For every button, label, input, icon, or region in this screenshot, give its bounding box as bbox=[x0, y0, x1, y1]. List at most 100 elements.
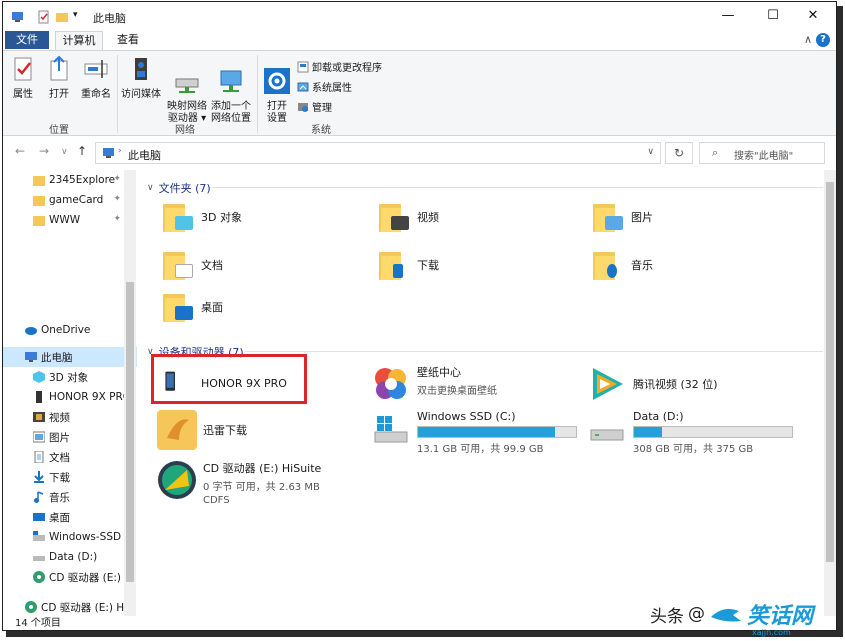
access-media-button[interactable]: 访问媒体 bbox=[121, 55, 161, 101]
folder-item[interactable]: 视频 bbox=[379, 202, 439, 232]
documents-icon bbox=[34, 451, 44, 463]
tab-computer[interactable]: 计算机 bbox=[55, 31, 103, 50]
folder-label: 桌面 bbox=[201, 301, 223, 314]
add-network-location-button[interactable]: 添加一个 网络位置 bbox=[209, 55, 253, 125]
refresh-button[interactable]: ↻ bbox=[665, 142, 693, 164]
folder-icon bbox=[33, 216, 45, 226]
nav-item-this-pc[interactable]: 此电脑 bbox=[3, 347, 137, 367]
nav-item-label: HONOR 9X PRO bbox=[49, 391, 132, 403]
properties-button[interactable]: 属性 bbox=[9, 55, 37, 101]
manage-button[interactable]: 管理 bbox=[297, 99, 332, 114]
collapse-chevron-icon[interactable]: ∨ bbox=[147, 183, 154, 193]
help-icon[interactable]: ? bbox=[816, 33, 830, 47]
folders-group-header[interactable]: ∨ 文件夹 (7) bbox=[147, 180, 211, 196]
device-hisuite-cd[interactable]: CD 驱动器 (E:) HiSuite 0 字节 可用，共 2.63 MB CD… bbox=[157, 460, 321, 506]
nav-item-cd-drive[interactable]: CD 驱动器 (E:) H bbox=[3, 567, 137, 587]
nav-item-3d-objects[interactable]: 3D 对象 bbox=[3, 367, 137, 387]
item-count: 14 个项目 bbox=[15, 618, 61, 629]
nav-item-pictures[interactable]: 图片 bbox=[3, 427, 137, 447]
folder-item[interactable]: 3D 对象 bbox=[163, 202, 242, 232]
window-title: 此电脑 bbox=[93, 12, 126, 25]
watermark: 头条 @ 笑话网 bbox=[650, 598, 813, 630]
scrollbar-thumb[interactable] bbox=[826, 182, 834, 562]
nav-item-label: 下载 bbox=[49, 471, 70, 484]
nav-item-gamecard[interactable]: gameCard ✦ bbox=[3, 190, 137, 210]
pin-icon[interactable]: ✦ bbox=[113, 194, 121, 204]
nav-item-2345explore[interactable]: 2345Explore ✦ bbox=[3, 170, 137, 190]
nav-item-data-d[interactable]: Data (D:) bbox=[3, 547, 137, 567]
back-arrow-icon[interactable]: ← bbox=[15, 144, 25, 158]
content-scrollbar[interactable] bbox=[824, 170, 836, 616]
pin-icon[interactable]: ✦ bbox=[113, 174, 121, 184]
ribbon-separator bbox=[117, 55, 118, 133]
address-bar[interactable]: › 此电脑 ∨ bbox=[95, 142, 661, 164]
nav-item-onedrive[interactable]: OneDrive bbox=[3, 320, 137, 340]
folder-icon[interactable] bbox=[55, 10, 69, 24]
recent-locations-chevron-icon[interactable]: ∨ bbox=[61, 147, 68, 157]
group-divider bbox=[213, 187, 823, 188]
xunlei-icon bbox=[157, 410, 197, 450]
open-button[interactable]: 打开 bbox=[45, 55, 73, 101]
watermark-url: xajjn.com bbox=[752, 628, 791, 637]
close-button[interactable]: ✕ bbox=[798, 6, 828, 26]
map-network-drive-button[interactable]: 映射网络 驱动器 ▾ bbox=[165, 55, 209, 125]
pin-icon[interactable]: ✦ bbox=[113, 214, 121, 224]
hisuite-cd-icon bbox=[158, 461, 196, 499]
nav-item-www[interactable]: WWW ✦ bbox=[3, 210, 137, 230]
nav-item-music[interactable]: 音乐 bbox=[3, 487, 137, 507]
up-arrow-icon[interactable]: ↑ bbox=[77, 144, 87, 158]
folder-item[interactable]: 图片 bbox=[593, 202, 653, 232]
device-wallpaper-center[interactable]: 壁纸中心 双击更换桌面壁纸 bbox=[371, 364, 497, 404]
minimize-button[interactable]: — bbox=[713, 6, 743, 26]
system-group-label: 系统 bbox=[311, 125, 331, 136]
documents-icon bbox=[163, 250, 195, 280]
cd-icon bbox=[33, 571, 45, 583]
scrollbar-thumb[interactable] bbox=[126, 282, 134, 582]
open-settings-button[interactable]: 打开 设置 bbox=[261, 55, 293, 125]
folder-item[interactable]: 桌面 bbox=[163, 292, 223, 322]
properties-icon[interactable] bbox=[37, 10, 51, 24]
device-windows-ssd[interactable]: Windows SSD (C:) 13.1 GB 可用，共 99.9 GB bbox=[371, 410, 577, 455]
folder-icon bbox=[33, 196, 45, 206]
network-location-icon bbox=[220, 70, 242, 92]
window-shadow-right bbox=[837, 6, 843, 634]
collapse-ribbon-icon[interactable]: ∧ bbox=[804, 33, 812, 46]
nav-item-label: CD 驱动器 (E:) H bbox=[49, 571, 133, 584]
folder-item[interactable]: 音乐 bbox=[593, 250, 653, 280]
search-input[interactable]: ⌕ 搜索"此电脑" bbox=[699, 142, 825, 164]
nav-item-label: CD 驱动器 (E:) Hi bbox=[41, 601, 128, 614]
breadcrumb-separator-icon: › bbox=[118, 146, 122, 156]
nav-item-video[interactable]: 视频 bbox=[3, 407, 137, 427]
folder-item[interactable]: 文档 bbox=[163, 250, 223, 280]
nav-item-documents[interactable]: 文档 bbox=[3, 447, 137, 467]
device-tencent-video[interactable]: 腾讯视频 (32 位) bbox=[587, 364, 718, 404]
group-divider bbox=[245, 351, 823, 352]
this-pc-icon[interactable] bbox=[11, 10, 25, 24]
system-properties-button[interactable]: 系统属性 bbox=[297, 79, 352, 94]
maximize-button[interactable]: ☐ bbox=[758, 6, 788, 26]
rename-button[interactable]: 重命名 bbox=[79, 55, 113, 101]
customize-quick-access-icon[interactable]: ▾ bbox=[73, 10, 78, 24]
nav-item-honor[interactable]: HONOR 9X PRO bbox=[3, 387, 137, 407]
nav-item-cd-drive-root[interactable]: CD 驱动器 (E:) Hi bbox=[3, 597, 137, 616]
forward-arrow-icon[interactable]: → bbox=[39, 144, 49, 158]
tab-file[interactable]: 文件 bbox=[5, 31, 49, 49]
uninstall-program-button[interactable]: 卸载或更改程序 bbox=[297, 59, 382, 74]
add-network-location-label: 添加一个 网络位置 bbox=[211, 101, 251, 124]
nav-item-windows-ssd[interactable]: Windows-SSD ( bbox=[3, 527, 137, 547]
title-bar: ▾ 此电脑 — ☐ ✕ bbox=[3, 2, 836, 30]
tab-view[interactable]: 查看 bbox=[111, 31, 145, 50]
nav-item-label: 桌面 bbox=[49, 511, 70, 524]
search-icon: ⌕ bbox=[712, 146, 719, 159]
device-data-d[interactable]: Data (D:) 308 GB 可用，共 375 GB bbox=[587, 410, 793, 455]
folder-item[interactable]: 下载 bbox=[379, 250, 439, 280]
media-icon bbox=[135, 58, 147, 80]
manage-label: 管理 bbox=[312, 103, 332, 114]
device-xunlei[interactable]: 迅雷下载 bbox=[157, 410, 247, 450]
nav-item-desktop[interactable]: 桌面 bbox=[3, 507, 137, 527]
nav-item-downloads[interactable]: 下载 bbox=[3, 467, 137, 487]
address-dropdown-icon[interactable]: ∨ bbox=[647, 147, 654, 157]
nav-pane-scrollbar[interactable] bbox=[124, 170, 136, 616]
wallpaper-center-icon bbox=[375, 368, 406, 399]
refresh-icon: ↻ bbox=[673, 146, 685, 160]
